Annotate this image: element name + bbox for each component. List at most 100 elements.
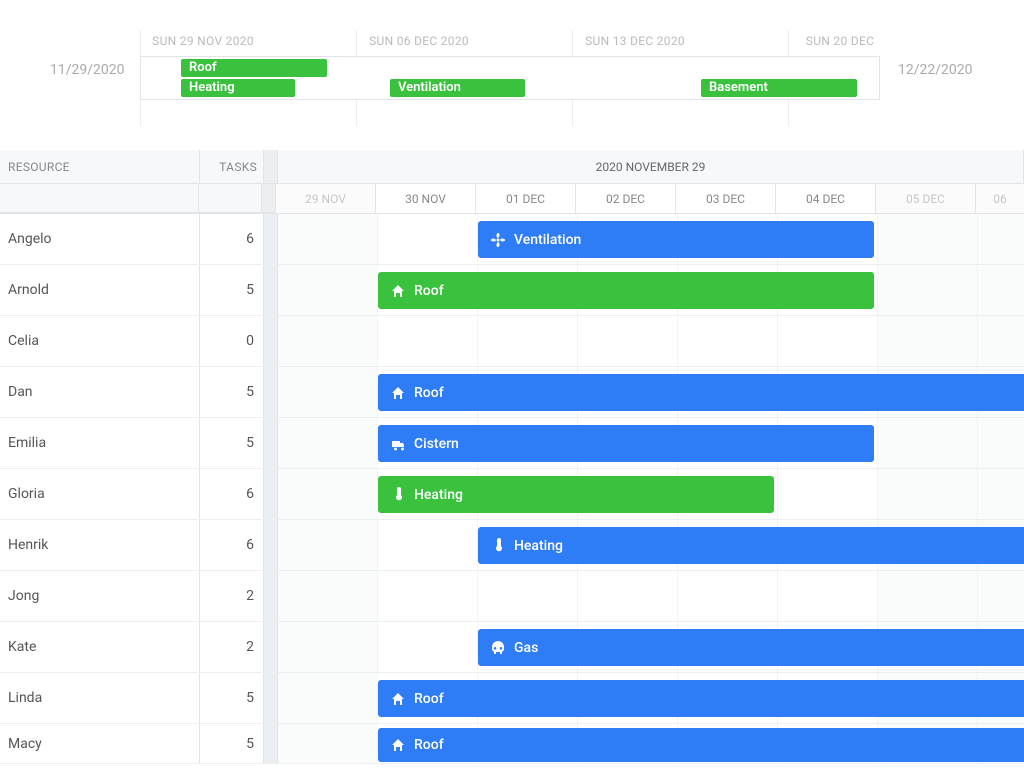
task-bar[interactable]: Ventilation <box>478 221 874 258</box>
resource-task-count: 5 <box>200 724 264 763</box>
overview-tick-label: SUN 06 DEC 2020 <box>369 34 469 48</box>
task-bar[interactable]: Heating <box>478 527 1024 564</box>
resource-row: Celia0 <box>0 316 1024 367</box>
row-body[interactable]: Ventilation <box>278 214 1024 264</box>
home-icon <box>390 283 406 299</box>
splitter[interactable] <box>262 184 276 213</box>
resource-name[interactable]: Gloria <box>0 469 200 519</box>
scheduler: RESOURCE TASKS 2020 NOVEMBER 29 29 NOV30… <box>0 150 1024 768</box>
splitter[interactable] <box>264 265 278 315</box>
resource-row: Arnold5 Roof <box>0 265 1024 316</box>
resource-name[interactable]: Emilia <box>0 418 200 468</box>
resource-task-count: 2 <box>200 622 264 672</box>
task-label: Roof <box>414 283 444 299</box>
task-bar[interactable]: Heating <box>378 476 774 513</box>
resource-name[interactable]: Celia <box>0 316 200 366</box>
task-bar[interactable]: Roof <box>378 728 1024 762</box>
resource-row: Emilia5 Cistern <box>0 418 1024 469</box>
overview-frame[interactable]: Roof Heating Ventilation Basement <box>140 56 880 100</box>
splitter[interactable] <box>264 673 278 723</box>
overview-bar[interactable]: Ventilation <box>390 79 525 97</box>
overview-bar[interactable]: Basement <box>701 79 857 97</box>
task-label: Heating <box>414 487 463 503</box>
overview-tick-label: SUN 20 DEC <box>806 34 874 48</box>
overview-bar[interactable]: Heating <box>181 79 295 97</box>
task-bar[interactable]: Gas <box>478 629 1024 666</box>
resource-name[interactable]: Linda <box>0 673 200 723</box>
header-resource[interactable]: RESOURCE <box>0 150 200 184</box>
thermo-icon <box>490 538 506 554</box>
splitter[interactable] <box>264 418 278 468</box>
header-tasks[interactable]: TASKS <box>200 150 264 184</box>
task-label: Cistern <box>414 436 459 452</box>
resource-name[interactable]: Dan <box>0 367 200 417</box>
home-icon <box>390 737 406 753</box>
task-bar[interactable]: Roof <box>378 374 1024 411</box>
row-body[interactable]: Heating <box>278 469 1024 519</box>
header-day[interactable]: 05 DEC <box>876 184 976 213</box>
resource-name[interactable]: Macy <box>0 724 200 763</box>
resource-task-count: 5 <box>200 367 264 417</box>
thermo-icon <box>390 487 406 503</box>
header-day[interactable]: 03 DEC <box>676 184 776 213</box>
header-day[interactable]: 06 <box>976 184 1024 213</box>
splitter[interactable] <box>264 571 278 621</box>
fan-icon <box>490 232 506 248</box>
task-label: Gas <box>514 640 538 656</box>
splitter[interactable] <box>264 469 278 519</box>
header-row-1: RESOURCE TASKS 2020 NOVEMBER 29 <box>0 150 1024 184</box>
resource-name[interactable]: Angelo <box>0 214 200 264</box>
row-body[interactable]: Roof <box>278 265 1024 315</box>
row-body[interactable]: Cistern <box>278 418 1024 468</box>
rows: Angelo6VentilationArnold5RoofCelia0Dan5R… <box>0 214 1024 764</box>
header-days: 29 NOV30 NOV01 DEC02 DEC03 DEC04 DEC05 D… <box>276 184 1024 213</box>
task-label: Roof <box>414 385 444 401</box>
home-icon <box>390 691 406 707</box>
overview-bar[interactable]: Roof <box>181 59 327 77</box>
header-day[interactable]: 29 NOV <box>276 184 376 213</box>
task-label: Roof <box>414 691 444 707</box>
resource-task-count: 0 <box>200 316 264 366</box>
skull-icon <box>490 640 506 656</box>
splitter[interactable] <box>264 316 278 366</box>
resource-task-count: 2 <box>200 571 264 621</box>
splitter[interactable] <box>264 622 278 672</box>
task-bar[interactable]: Cistern <box>378 425 874 462</box>
resource-name[interactable]: Kate <box>0 622 200 672</box>
splitter[interactable] <box>264 520 278 570</box>
resource-task-count: 6 <box>200 520 264 570</box>
row-body[interactable] <box>278 316 1024 366</box>
header-day[interactable]: 02 DEC <box>576 184 676 213</box>
task-bar[interactable]: Roof <box>378 680 1024 717</box>
resource-row: Gloria6Heating <box>0 469 1024 520</box>
task-label: Roof <box>414 737 444 753</box>
home-icon <box>390 385 406 401</box>
resource-task-count: 5 <box>200 265 264 315</box>
resource-row: Henrik6 Heating <box>0 520 1024 571</box>
resource-row: Angelo6Ventilation <box>0 214 1024 265</box>
row-body[interactable]: Heating <box>278 520 1024 570</box>
row-body[interactable] <box>278 571 1024 621</box>
header-month: 2020 NOVEMBER 29 <box>278 150 1024 184</box>
row-body[interactable]: Roof <box>278 367 1024 417</box>
resource-task-count: 5 <box>200 418 264 468</box>
resource-task-count: 5 <box>200 673 264 723</box>
task-bar[interactable]: Roof <box>378 272 874 309</box>
splitter[interactable] <box>264 367 278 417</box>
header-day[interactable]: 01 DEC <box>476 184 576 213</box>
row-body[interactable]: Gas <box>278 622 1024 672</box>
pump-icon <box>390 436 406 452</box>
header-day[interactable]: 30 NOV <box>376 184 476 213</box>
overview-tick-label: SUN 13 DEC 2020 <box>585 34 685 48</box>
resource-name[interactable]: Jong <box>0 571 200 621</box>
row-body[interactable]: Roof <box>278 724 1024 763</box>
splitter[interactable] <box>264 214 278 264</box>
header-day[interactable]: 04 DEC <box>776 184 876 213</box>
row-body[interactable]: Roof <box>278 673 1024 723</box>
overview-timeline: 11/29/2020 12/22/2020 SUN 29 NOV 2020 SU… <box>0 30 1024 100</box>
splitter[interactable] <box>264 724 278 763</box>
resource-name[interactable]: Henrik <box>0 520 200 570</box>
splitter[interactable] <box>264 150 278 184</box>
header-row-2: 29 NOV30 NOV01 DEC02 DEC03 DEC04 DEC05 D… <box>0 184 1024 214</box>
resource-name[interactable]: Arnold <box>0 265 200 315</box>
